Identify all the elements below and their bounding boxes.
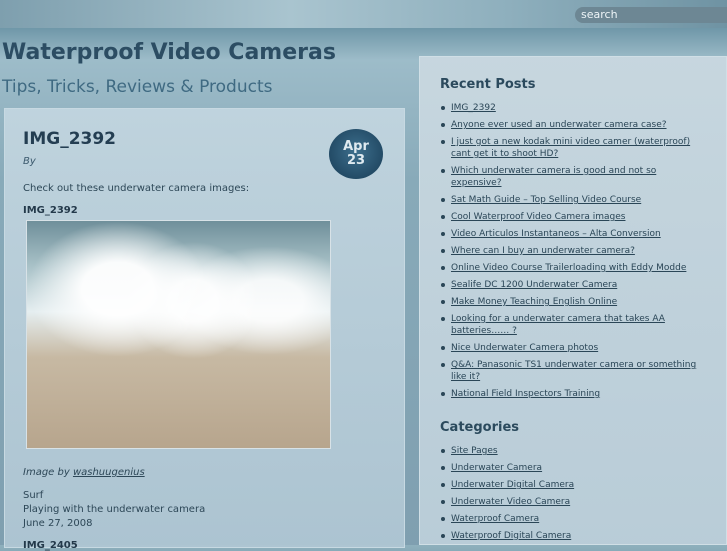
wave-photo[interactable] <box>26 220 331 449</box>
credit-link[interactable]: washuugenius <box>73 467 145 478</box>
recent-post-item[interactable]: National Field Inspectors Training <box>439 388 709 400</box>
recent-post-item[interactable]: Video Articulos Instantaneos – Alta Conv… <box>439 228 709 240</box>
recent-post-item[interactable]: I just got a new kodak mini video camer … <box>439 136 709 160</box>
recent-post-link[interactable]: Online Video Course Trailerloading with … <box>451 263 686 273</box>
recent-post-item[interactable]: Nice Underwater Camera photos <box>439 342 709 354</box>
recent-post-link[interactable]: IMG_2392 <box>451 103 496 113</box>
recent-posts-list: IMG_2392 Anyone ever used an underwater … <box>439 102 709 405</box>
next-image-title: IMG_2405 <box>23 540 78 551</box>
categories-title: Categories <box>440 420 520 435</box>
recent-post-item[interactable]: Sealife DC 1200 Underwater Camera <box>439 279 709 291</box>
date-month: Apr <box>343 139 369 154</box>
recent-post-link[interactable]: Looking for a underwater camera that tak… <box>451 314 665 336</box>
site-tagline: Tips, Tricks, Reviews & Products <box>2 77 273 97</box>
post-card: IMG_2392 By Apr 23 Check out these under… <box>4 108 405 551</box>
desc-line: Playing with the underwater camera <box>23 504 206 515</box>
category-link[interactable]: Waterproof Digital Camera <box>451 531 571 541</box>
credit-prefix: Image by <box>23 467 73 478</box>
category-item[interactable]: Waterproof Camera <box>439 513 709 525</box>
recent-post-link[interactable]: Video Articulos Instantaneos – Alta Conv… <box>451 229 661 239</box>
post-title[interactable]: IMG_2392 <box>23 129 116 149</box>
recent-post-link[interactable]: National Field Inspectors Training <box>451 389 600 399</box>
recent-post-item[interactable]: Cool Waterproof Video Camera images <box>439 211 709 223</box>
recent-post-link[interactable]: Where can I buy an underwater camera? <box>451 246 635 256</box>
category-item[interactable]: Underwater Digital Camera <box>439 479 709 491</box>
date-day: 23 <box>346 153 366 168</box>
date-badge: Apr 23 <box>329 129 383 179</box>
image-credit: Image by washuugenius <box>23 467 145 478</box>
sidebar: Recent Posts IMG_2392 Anyone ever used a… <box>419 56 727 545</box>
recent-post-item[interactable]: Make Money Teaching English Online <box>439 296 709 308</box>
recent-post-link[interactable]: Sealife DC 1200 Underwater Camera <box>451 280 617 290</box>
category-link[interactable]: Underwater Video Camera <box>451 497 570 507</box>
category-link[interactable]: Site Pages <box>451 446 498 456</box>
recent-post-link[interactable]: Cool Waterproof Video Camera images <box>451 212 626 222</box>
recent-post-item[interactable]: Where can I buy an underwater camera? <box>439 245 709 257</box>
category-item[interactable]: Waterproof Digital Camera <box>439 530 709 542</box>
category-link[interactable]: Underwater Digital Camera <box>451 480 574 490</box>
search-input[interactable]: search <box>575 7 727 23</box>
recent-post-item[interactable]: Which underwater camera is good and not … <box>439 165 709 189</box>
category-item[interactable]: Site Pages <box>439 445 709 457</box>
recent-post-link[interactable]: Q&A: Panasonic TS1 underwater camera or … <box>451 360 696 382</box>
recent-post-item[interactable]: Sat Math Guide – Top Selling Video Cours… <box>439 194 709 206</box>
categories-list: Site Pages Underwater Camera Underwater … <box>439 445 709 547</box>
image-title: IMG_2392 <box>23 205 78 216</box>
recent-post-item[interactable]: IMG_2392 <box>439 102 709 114</box>
category-link[interactable]: Waterproof Camera <box>451 514 539 524</box>
recent-post-link[interactable]: Nice Underwater Camera photos <box>451 343 598 353</box>
category-item[interactable]: Underwater Video Camera <box>439 496 709 508</box>
recent-posts-title: Recent Posts <box>440 77 536 92</box>
category-item[interactable]: Underwater Camera <box>439 462 709 474</box>
category-link[interactable]: Underwater Camera <box>451 463 542 473</box>
recent-post-item[interactable]: Looking for a underwater camera that tak… <box>439 313 709 337</box>
post-byline: By <box>23 156 36 167</box>
recent-post-item[interactable]: Anyone ever used an underwater camera ca… <box>439 119 709 131</box>
recent-post-link[interactable]: Sat Math Guide – Top Selling Video Cours… <box>451 195 641 205</box>
desc-line: June 27, 2008 <box>23 518 93 529</box>
recent-post-link[interactable]: I just got a new kodak mini video camer … <box>451 137 690 159</box>
recent-post-item[interactable]: Q&A: Panasonic TS1 underwater camera or … <box>439 359 709 383</box>
post-intro: Check out these underwater camera images… <box>23 183 250 194</box>
desc-line: Surf <box>23 490 44 501</box>
recent-post-link[interactable]: Make Money Teaching English Online <box>451 297 617 307</box>
recent-post-link[interactable]: Anyone ever used an underwater camera ca… <box>451 120 667 130</box>
recent-post-item[interactable]: Online Video Course Trailerloading with … <box>439 262 709 274</box>
image-description: Surf Playing with the underwater camera … <box>23 489 205 531</box>
site-title[interactable]: Waterproof Video Cameras <box>2 40 336 65</box>
recent-post-link[interactable]: Which underwater camera is good and not … <box>451 166 656 188</box>
